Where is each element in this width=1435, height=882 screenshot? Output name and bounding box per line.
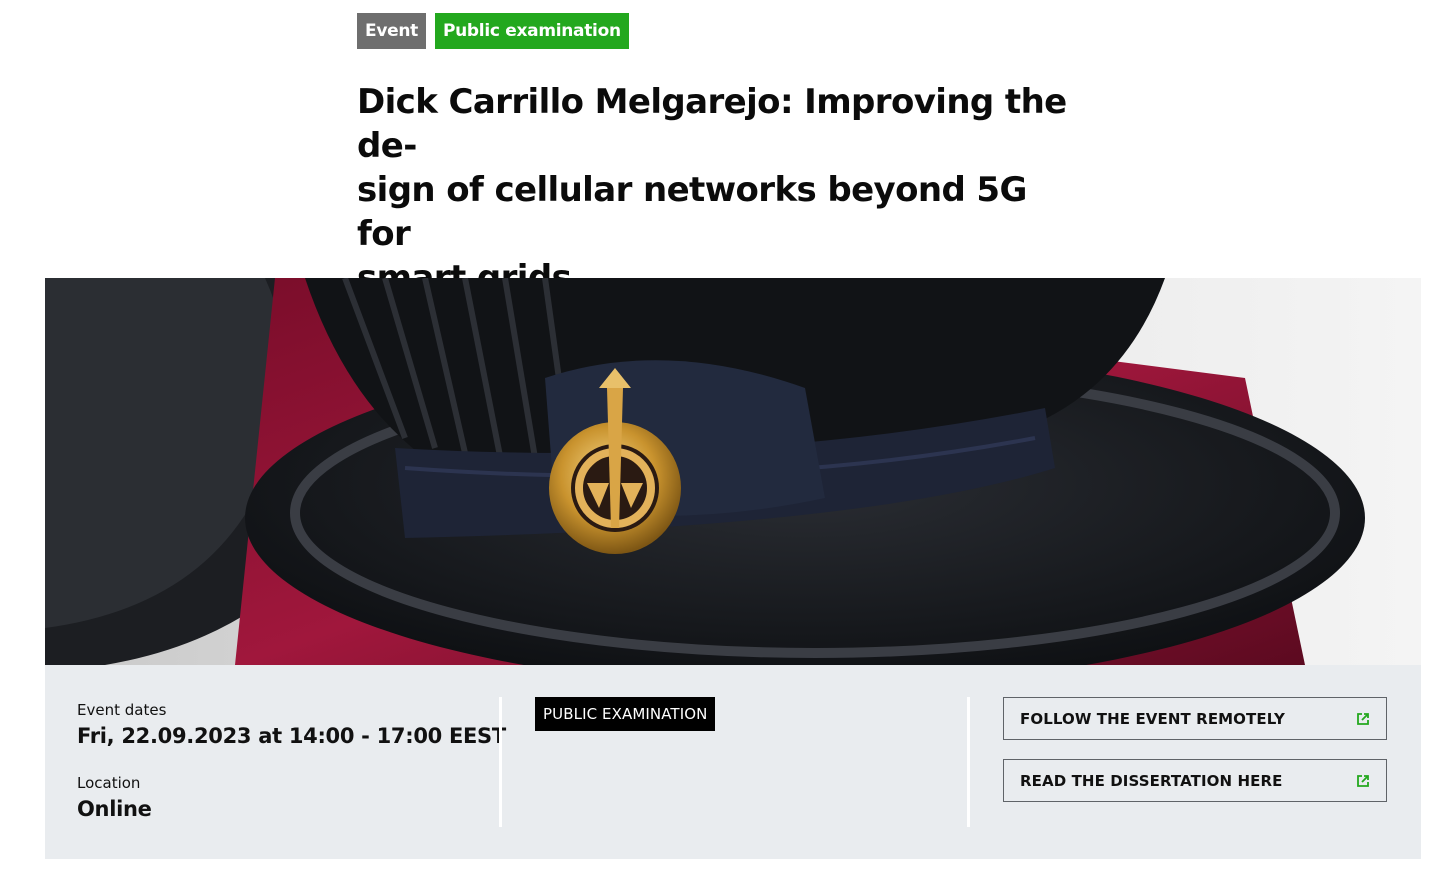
title-line: sign of cellular networks beyond 5G for <box>357 170 1027 254</box>
tag-event[interactable]: Event <box>357 13 426 49</box>
external-link-icon <box>1357 774 1369 787</box>
read-dissertation-link[interactable]: READ THE DISSERTATION HERE <box>1003 759 1387 802</box>
follow-event-remotely-link[interactable]: FOLLOW THE EVENT REMOTELY <box>1003 697 1387 740</box>
hero-image <box>45 278 1421 665</box>
follow-event-remotely-label: FOLLOW THE EVENT REMOTELY <box>1020 709 1285 728</box>
event-page: Event Public examination Dick Carrillo M… <box>0 0 1435 882</box>
external-link-icon <box>1357 712 1369 725</box>
tag-public-examination[interactable]: Public examination <box>434 13 629 49</box>
title-line: Dick Carrillo Melgarejo: Improving the d… <box>357 82 1067 166</box>
event-dates-label: Event dates <box>77 701 167 719</box>
read-dissertation-label: READ THE DISSERTATION HERE <box>1020 771 1283 790</box>
column-divider <box>967 697 970 827</box>
event-dates-value: Fri, 22.09.2023 at 14:00 - 17:00 EEST <box>77 724 506 748</box>
tag-list: Event Public examination <box>357 13 629 49</box>
page-title: Dick Carrillo Melgarejo: Improving the d… <box>357 80 1077 300</box>
column-divider <box>499 697 502 827</box>
event-type-badge: PUBLIC EXAMINATION <box>535 697 716 731</box>
location-value: Online <box>77 797 152 821</box>
event-info-panel: Event dates Fri, 22.09.2023 at 14:00 - 1… <box>45 665 1421 859</box>
doctoral-hat-photo <box>45 278 1421 665</box>
location-label: Location <box>77 774 141 792</box>
